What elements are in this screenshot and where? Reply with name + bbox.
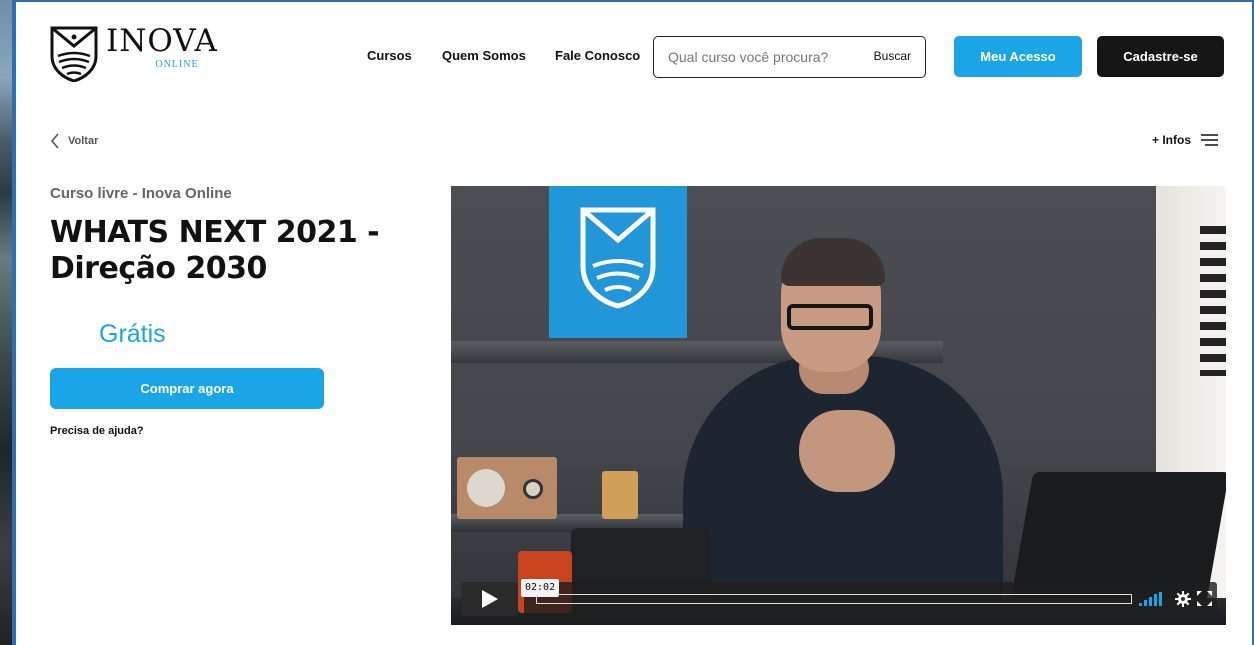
- voltar-label: Voltar: [68, 135, 99, 147]
- course-price: Grátis: [99, 320, 166, 348]
- infos-toggle[interactable]: + Infos: [1152, 133, 1219, 147]
- play-icon: [481, 590, 498, 608]
- menu-icon: [1201, 134, 1219, 146]
- video-player[interactable]: 02:02: [451, 186, 1226, 625]
- search-input[interactable]: [668, 49, 848, 65]
- background-strip: [0, 0, 14, 645]
- video-timecode: 02:02: [521, 579, 560, 597]
- brand-logo[interactable]: INOVA ONLINE: [50, 26, 218, 82]
- shield-poster: [549, 186, 687, 338]
- play-button[interactable]: [461, 582, 518, 616]
- settings-icon[interactable]: [1175, 591, 1191, 607]
- volume-icon[interactable]: [1139, 592, 1165, 606]
- fullscreen-icon[interactable]: [1197, 591, 1212, 606]
- chevron-left-icon: [50, 133, 59, 149]
- search-button[interactable]: Buscar: [874, 49, 911, 63]
- meu-acesso-button[interactable]: Meu Acesso: [954, 36, 1082, 77]
- course-title: WHATS NEXT 2021 - Direção 2030: [50, 215, 380, 286]
- course-subtitle: Curso livre - Inova Online: [50, 185, 232, 202]
- shield-logo-icon: [50, 26, 98, 82]
- video-controls: [524, 582, 1217, 616]
- help-link[interactable]: Precisa de ajuda?: [50, 425, 144, 437]
- brand-name: INOVA: [106, 23, 218, 59]
- brand-sub: ONLINE: [155, 59, 199, 70]
- video-progress-bar[interactable]: [536, 594, 1132, 604]
- nav-cursos[interactable]: Cursos: [367, 48, 412, 63]
- cadastre-button[interactable]: Cadastre-se: [1097, 36, 1224, 77]
- nav-fale-conosco[interactable]: Fale Conosco: [555, 48, 640, 63]
- buy-button[interactable]: Comprar agora: [50, 368, 324, 409]
- video-pencil-cup: [602, 471, 638, 519]
- nav-quem-somos[interactable]: Quem Somos: [442, 48, 526, 63]
- voltar-link[interactable]: Voltar: [50, 133, 98, 149]
- search-box: Buscar: [653, 36, 926, 78]
- infos-label: + Infos: [1152, 133, 1192, 147]
- video-person-hands: [799, 410, 895, 492]
- video-radio: [457, 457, 557, 519]
- video-person-glasses: [787, 304, 873, 330]
